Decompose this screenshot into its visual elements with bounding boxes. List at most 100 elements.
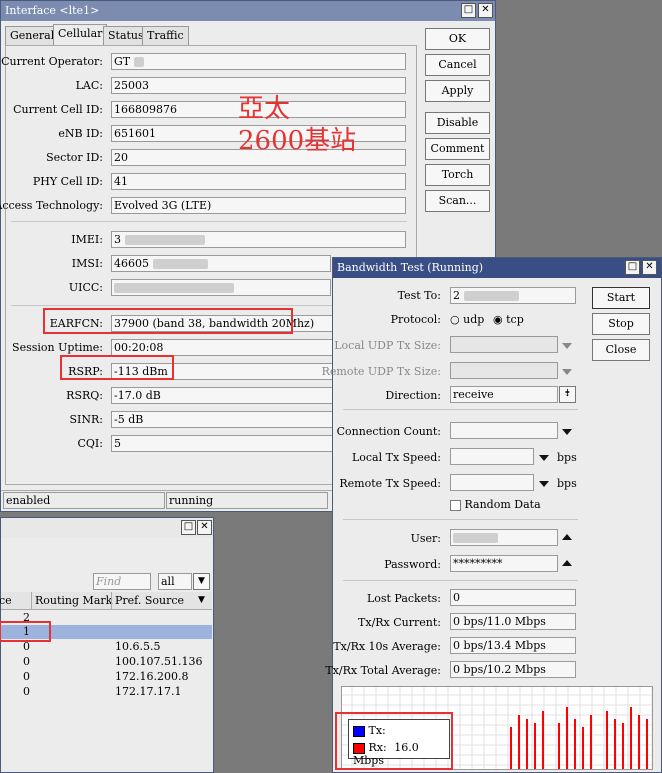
route-list-title-bar: □ ✕	[1, 518, 213, 538]
txrx-current-label: Tx/Rx Current:	[358, 616, 441, 629]
direction-label: Direction:	[385, 389, 441, 402]
cancel-button[interactable]: Cancel	[425, 54, 490, 76]
local-tx-input[interactable]	[450, 448, 534, 465]
start-button[interactable]: Start	[592, 287, 650, 309]
ok-button[interactable]: OK	[425, 28, 490, 50]
protocol-tcp-radio[interactable]: ◉ tcp	[493, 313, 524, 326]
rx-bar	[630, 707, 632, 769]
conn-count-input[interactable]	[450, 422, 558, 439]
direction-dropdown-button[interactable]: ⇟	[559, 386, 576, 403]
close-button[interactable]: Close	[592, 339, 650, 361]
maximize-icon[interactable]: □	[625, 260, 640, 275]
radio-on-icon: ◉	[493, 313, 503, 326]
comment-button[interactable]: Comment	[425, 138, 490, 160]
table-row[interactable]: 0 172.17.17.1	[1, 685, 212, 699]
remote-tx-input[interactable]	[450, 474, 534, 491]
rsrp-highlight	[60, 355, 174, 380]
uicc-field	[111, 279, 331, 296]
user-input[interactable]	[450, 529, 558, 546]
current-operator-label: Current Operator:	[1, 55, 103, 68]
random-data-checkbox[interactable]: Random Data	[450, 498, 541, 511]
conn-count-label: Connection Count:	[336, 425, 441, 438]
imei-label: IMEI:	[71, 233, 103, 246]
tab-bar: General Cellular Status Traffic	[5, 24, 305, 46]
local-udp-input[interactable]	[450, 336, 558, 353]
access-tech-label: Access Technology:	[0, 199, 103, 212]
rsrq-label: RSRQ:	[66, 389, 103, 402]
radio-off-icon: ○	[450, 313, 460, 326]
rx-bar	[614, 719, 616, 769]
imei-field: 3	[111, 231, 406, 248]
rx-bar	[606, 711, 608, 769]
filter-select[interactable]: all	[158, 573, 192, 590]
test-to-label: Test To:	[397, 289, 441, 302]
close-icon[interactable]: ✕	[642, 260, 657, 275]
lac-field: 25003	[111, 77, 406, 94]
dropdown-up-arrow-icon[interactable]	[562, 560, 572, 566]
rx-bar	[534, 723, 536, 769]
tab-traffic[interactable]: Traffic	[142, 26, 189, 45]
annotation-line-1: 亞太	[238, 94, 291, 124]
rx-bar	[526, 719, 528, 769]
remote-udp-label: Remote UDP Tx Size:	[321, 365, 441, 378]
stop-button[interactable]: Stop	[592, 313, 650, 335]
direction-select[interactable]: receive	[450, 386, 558, 403]
table-row[interactable]: 0 100.107.51.136	[1, 655, 212, 669]
sector-id-label: Sector ID:	[46, 151, 103, 164]
rx-bar	[566, 707, 568, 769]
rx-bar	[558, 723, 560, 769]
column-menu-icon[interactable]: ▼	[198, 595, 205, 605]
scan-button[interactable]: Scan...	[425, 190, 490, 212]
remote-tx-label: Remote Tx Speed:	[339, 477, 441, 490]
remote-udp-input[interactable]	[450, 362, 558, 379]
filter-dropdown-button[interactable]: ▼	[193, 573, 210, 590]
dropdown-arrow-icon[interactable]	[539, 455, 549, 461]
legend-highlight	[335, 712, 453, 770]
earfcn-highlight	[43, 308, 293, 334]
close-icon[interactable]: ✕	[478, 3, 493, 18]
rx-bar	[622, 723, 624, 769]
cell-id-label: Current Cell ID:	[13, 103, 103, 116]
user-label: User:	[410, 532, 441, 545]
phy-cell-id-label: PHY Cell ID:	[32, 175, 103, 188]
checkbox-icon	[450, 499, 461, 511]
txrx-total-field: 0 bps/10.2 Mbps	[450, 661, 576, 678]
find-input[interactable]: Find	[93, 573, 151, 590]
imsi-label: IMSI:	[71, 257, 103, 270]
dropdown-arrow-icon[interactable]	[562, 369, 572, 375]
session-uptime-label: Session Uptime:	[12, 341, 103, 354]
local-tx-label: Local Tx Speed:	[351, 451, 441, 464]
separator	[343, 580, 578, 581]
table-row[interactable]: 0 10.6.5.5	[1, 640, 212, 654]
apply-button[interactable]: Apply	[425, 80, 490, 102]
password-label: Password:	[384, 558, 441, 571]
table-row[interactable]: 0 172.16.200.8	[1, 670, 212, 684]
maximize-icon[interactable]: □	[181, 520, 196, 535]
disable-button[interactable]: Disable	[425, 112, 490, 134]
bw-title: Bandwidth Test (Running)	[337, 261, 484, 274]
protocol-udp-radio[interactable]: ○ udp	[450, 313, 484, 326]
torch-button[interactable]: Torch	[425, 164, 490, 186]
dropdown-arrow-icon[interactable]	[562, 343, 572, 349]
current-operator-field: GT	[111, 53, 406, 70]
maximize-icon[interactable]: □	[461, 3, 476, 18]
tab-cellular[interactable]: Cellular	[53, 24, 108, 45]
column-header-pref-source[interactable]: Pref. Source	[115, 594, 184, 607]
test-to-input[interactable]: 2	[450, 287, 576, 304]
phy-cell-id-field: 41	[111, 173, 406, 190]
dropdown-arrow-icon[interactable]	[539, 481, 549, 487]
column-header-routing-mark[interactable]: Routing Mark	[35, 594, 112, 607]
password-input[interactable]: *********	[450, 555, 558, 572]
access-tech-field: Evolved 3G (LTE)	[111, 197, 406, 214]
uicc-label: UICC:	[68, 281, 103, 294]
tab-general[interactable]: General	[5, 26, 60, 45]
close-icon[interactable]: ✕	[197, 520, 212, 535]
dropdown-arrow-icon[interactable]	[562, 429, 572, 435]
rx-bar	[518, 715, 520, 769]
rx-bar	[590, 715, 592, 769]
rx-bar	[646, 719, 648, 769]
cqi-label: CQI:	[77, 437, 104, 450]
separator	[343, 519, 578, 520]
dropdown-up-arrow-icon[interactable]	[562, 534, 572, 540]
column-header[interactable]: ce	[0, 594, 12, 607]
